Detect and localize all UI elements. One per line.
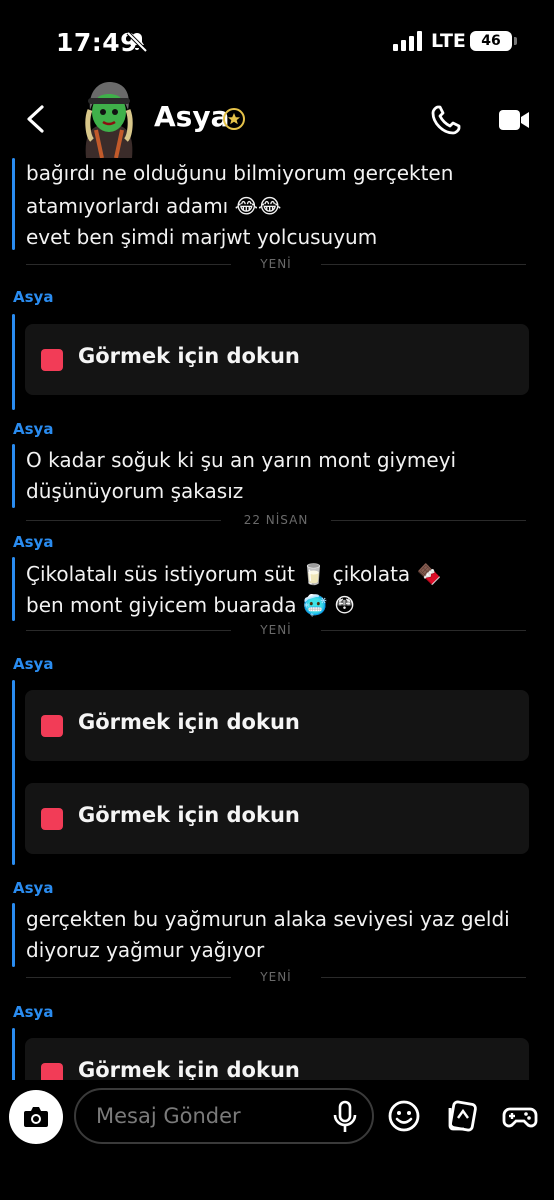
bell-slash-icon bbox=[126, 31, 148, 53]
message-text: diyoruz yağmur yağıyor bbox=[26, 938, 265, 962]
message-bar bbox=[12, 1028, 15, 1080]
sender-name: Asya bbox=[13, 1003, 54, 1021]
new-messages-divider: YENİ bbox=[26, 971, 526, 983]
message-bar bbox=[12, 557, 15, 621]
stickers-icon[interactable] bbox=[444, 1098, 480, 1134]
chat-messages[interactable]: bağırdı ne olduğunu bilmiyorum gerçekten… bbox=[0, 158, 554, 1080]
video-icon[interactable] bbox=[498, 108, 530, 132]
message-text: O kadar soğuk ki şu an yarın mont giymey… bbox=[26, 448, 457, 472]
network-type: LTE bbox=[431, 30, 466, 52]
microphone-icon[interactable] bbox=[330, 1100, 360, 1134]
message-text: Çikolatalı süs istiyorum süt 🥛 çikolata … bbox=[26, 562, 442, 586]
message-text: bağırdı ne olduğunu bilmiyorum gerçekten bbox=[26, 161, 454, 185]
message-bar bbox=[12, 444, 15, 508]
snap-red-square-icon bbox=[41, 808, 63, 830]
star-badge-icon bbox=[223, 108, 245, 130]
sender-name: Asya bbox=[13, 288, 54, 306]
snap-tap-to-view[interactable]: Görmek için dokun bbox=[25, 690, 529, 761]
message-bar bbox=[12, 680, 15, 865]
snap-tap-to-view[interactable]: Görmek için dokun bbox=[25, 324, 529, 395]
signal-icon bbox=[393, 31, 422, 51]
message-text: ben mont giyicem buarada 🥶 😳 bbox=[26, 593, 355, 617]
chat-header: Asya bbox=[0, 80, 554, 158]
message-input[interactable]: Mesaj Gönder bbox=[74, 1088, 374, 1144]
message-bar bbox=[12, 314, 15, 410]
message-input-bar: Mesaj Gönder bbox=[0, 1080, 554, 1200]
message-text: atamıyorlardı adamı 😂😂 bbox=[26, 194, 282, 218]
sender-name: Asya bbox=[13, 420, 54, 438]
snap-tap-to-view[interactable]: Görmek için dokun bbox=[25, 783, 529, 854]
snap-label: Görmek için dokun bbox=[78, 803, 300, 827]
new-messages-divider: YENİ bbox=[26, 258, 526, 270]
snap-label: Görmek için dokun bbox=[78, 344, 300, 368]
snap-red-square-icon bbox=[41, 1063, 63, 1080]
battery-indicator: 46 bbox=[470, 31, 517, 51]
snap-label: Görmek için dokun bbox=[78, 710, 300, 734]
avatar[interactable] bbox=[78, 80, 140, 158]
new-messages-divider: YENİ bbox=[26, 624, 526, 636]
message-bar bbox=[12, 903, 15, 967]
sender-name: Asya bbox=[13, 879, 54, 897]
date-divider: 22 NİSAN bbox=[26, 514, 526, 526]
status-bar: 17:49 LTE 46 bbox=[0, 0, 554, 80]
message-text: düşünüyorum şakasız bbox=[26, 479, 244, 503]
camera-button[interactable] bbox=[9, 1090, 63, 1144]
snap-label: Görmek için dokun bbox=[78, 1058, 300, 1080]
phone-icon[interactable] bbox=[430, 104, 462, 136]
sender-name: Asya bbox=[13, 533, 54, 551]
contact-name[interactable]: Asya bbox=[154, 100, 229, 133]
message-text: gerçekten bu yağmurun alaka seviyesi yaz… bbox=[26, 907, 510, 931]
snap-red-square-icon bbox=[41, 715, 63, 737]
back-chevron-icon[interactable] bbox=[24, 104, 48, 134]
emoji-icon[interactable] bbox=[386, 1098, 422, 1134]
message-input-placeholder: Mesaj Gönder bbox=[96, 1104, 241, 1128]
snap-red-square-icon bbox=[41, 349, 63, 371]
camera-icon bbox=[24, 1107, 48, 1127]
message-text: evet ben şimdi marjwt yolcusuyum bbox=[26, 225, 378, 249]
snap-tap-to-view[interactable]: Görmek için dokun bbox=[25, 1038, 529, 1080]
sender-name: Asya bbox=[13, 655, 54, 673]
message-bar bbox=[12, 158, 15, 250]
games-icon[interactable] bbox=[502, 1098, 538, 1134]
